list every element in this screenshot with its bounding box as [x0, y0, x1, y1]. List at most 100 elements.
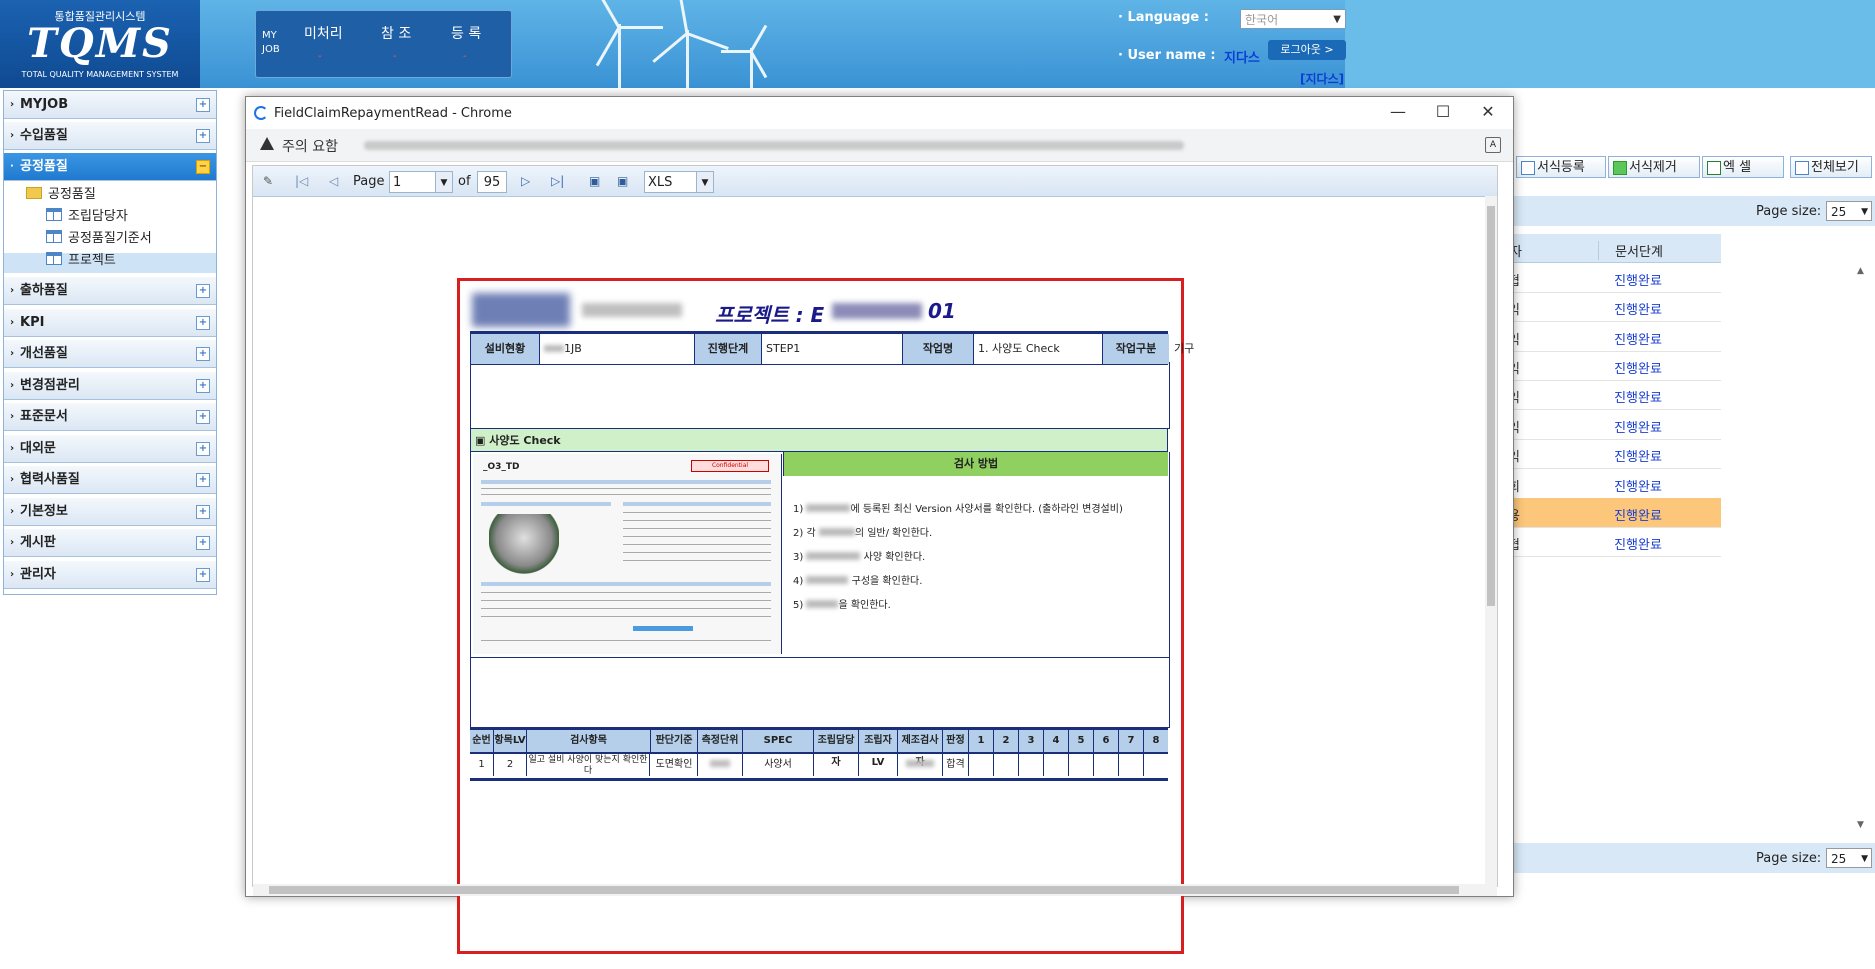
myjob-tab-unprocessed[interactable]: 미처리: [304, 23, 343, 43]
table-row[interactable]: 희진행완료: [1508, 469, 1721, 499]
cell-doc-stage[interactable]: 진행완료: [1598, 358, 1678, 377]
table-row[interactable]: 협진행완료: [1508, 527, 1721, 557]
window-titlebar[interactable]: FieldClaimRepaymentRead - Chrome — ☐ ✕: [246, 97, 1513, 129]
cell-doc-stage[interactable]: 진행완료: [1598, 299, 1678, 318]
cell-doc-stage[interactable]: 진행완료: [1598, 387, 1678, 406]
myjob-tab-register[interactable]: 등 록: [451, 23, 481, 43]
sidebar-menu-kpi[interactable]: › KPI +: [4, 309, 216, 337]
myjob-tab-reference[interactable]: 참 조: [381, 23, 411, 43]
scroll-down-icon[interactable]: ▼: [1857, 820, 1864, 830]
security-warning[interactable]: 주의 요함: [282, 136, 338, 156]
table-row[interactable]: 익진행완료: [1508, 439, 1721, 469]
sidebar-menu-board[interactable]: › 게시판 +: [4, 529, 216, 557]
page-number-value: 1: [393, 175, 402, 190]
cell-doc-stage[interactable]: 진행완료: [1598, 329, 1678, 348]
expand-icon[interactable]: +: [196, 410, 210, 424]
table-row[interactable]: 협진행완료: [1508, 263, 1721, 293]
scroll-thumb[interactable]: [1487, 206, 1495, 606]
language-select[interactable]: 한국어 ▼: [1240, 9, 1346, 29]
remove-form-button[interactable]: 서식제거: [1608, 156, 1700, 178]
expand-icon[interactable]: +: [196, 347, 210, 361]
viewer-vertical-scrollbar[interactable]: [1485, 196, 1497, 886]
print-icon[interactable]: ✎: [263, 174, 273, 188]
expand-icon[interactable]: +: [196, 129, 210, 143]
expand-icon[interactable]: +: [196, 379, 210, 393]
table-row[interactable]: 익진행완료: [1508, 380, 1721, 410]
sidebar-menu-label: 개선품질: [20, 346, 68, 361]
expand-icon[interactable]: +: [196, 98, 210, 112]
first-page-icon[interactable]: |◁: [295, 174, 308, 188]
expand-icon[interactable]: +: [196, 473, 210, 487]
viewer-horizontal-scrollbar[interactable]: [253, 884, 1497, 896]
url-text-blurred[interactable]: [364, 141, 1184, 150]
page-size-select[interactable]: 25 ▼: [1826, 848, 1872, 868]
sidebar-menu-standard-docs[interactable]: › 표준문서 +: [4, 403, 216, 431]
expand-icon[interactable]: +: [196, 536, 210, 550]
expand-icon[interactable]: +: [196, 316, 210, 330]
page-number-input[interactable]: 1 ▼: [389, 171, 453, 193]
sidebar-menu-basic-info[interactable]: › 기본정보 +: [4, 498, 216, 526]
save-icon[interactable]: ▣: [589, 174, 600, 188]
myjob-count-register: -: [463, 51, 467, 62]
sidebar-item-standard[interactable]: 공정품질기준서: [46, 228, 152, 249]
address-bar[interactable]: 주의 요함 A: [246, 129, 1513, 162]
last-page-icon[interactable]: ▷|: [551, 174, 564, 188]
maximize-button[interactable]: ☐: [1428, 101, 1458, 123]
sidebar-menu-shipping[interactable]: › 출하품질 +: [4, 277, 216, 305]
chevron-right-icon: ›: [10, 506, 15, 517]
grid-scrollbar[interactable]: ▲ ▼: [1855, 260, 1869, 830]
scroll-thumb[interactable]: [269, 886, 1459, 894]
expand-icon[interactable]: +: [196, 505, 210, 519]
sidebar-item-label: 조립담당자: [68, 209, 128, 224]
expand-icon[interactable]: +: [196, 284, 210, 298]
logout-button[interactable]: 로그아웃 >: [1268, 40, 1346, 60]
table-row[interactable]: 익진행완료: [1508, 351, 1721, 381]
language-label: · Language :: [1118, 10, 1209, 25]
cell-doc-stage[interactable]: 진행완료: [1598, 534, 1678, 553]
sidebar-item-assembler[interactable]: 조립담당자: [46, 206, 128, 227]
cell-doc-stage[interactable]: 진행완료: [1598, 505, 1678, 524]
sidebar-menu-myjob[interactable]: › MYJOB +: [4, 91, 216, 119]
expand-icon[interactable]: +: [196, 568, 210, 582]
close-button[interactable]: ✕: [1473, 101, 1503, 123]
sidebar-menu-label: 변경점관리: [20, 378, 80, 393]
collapse-icon[interactable]: −: [196, 160, 210, 174]
sidebar-menu-improvement[interactable]: › 개선품질 +: [4, 340, 216, 368]
cell-doc-stage[interactable]: 진행완료: [1598, 270, 1678, 289]
sidebar-menu-admin[interactable]: › 관리자 +: [4, 561, 216, 589]
logo-subtitle: TOTAL QUALITY MANAGEMENT SYSTEM: [21, 70, 179, 79]
page-size-value: 25: [1831, 205, 1847, 219]
cell-doc-stage[interactable]: 진행완료: [1598, 417, 1678, 436]
minimize-button[interactable]: —: [1383, 101, 1413, 123]
sidebar-menu-supplier[interactable]: › 협력사품질 +: [4, 466, 216, 494]
translate-icon[interactable]: A: [1485, 137, 1501, 153]
view-all-button[interactable]: 전체보기: [1790, 156, 1872, 178]
page-size-select[interactable]: 25 ▼: [1826, 201, 1872, 221]
prev-page-icon[interactable]: ◁: [329, 174, 338, 188]
sidebar-menu-incoming[interactable]: › 수입품질 +: [4, 122, 216, 150]
sidebar-menu-change[interactable]: › 변경점관리 +: [4, 372, 216, 400]
expand-icon[interactable]: +: [196, 442, 210, 456]
sidebar-item-project[interactable]: 프로젝트: [46, 250, 116, 271]
export-icon[interactable]: ▣: [617, 174, 628, 188]
next-page-icon[interactable]: ▷: [521, 174, 530, 188]
table-row[interactable]: 익진행완료: [1508, 322, 1721, 352]
total-pages: 95: [477, 171, 507, 193]
app-logo[interactable]: 통합품질관리시스템 TQMS TOTAL QUALITY MANAGEMENT …: [0, 0, 200, 88]
export-format-select[interactable]: XLS ▼: [644, 171, 714, 193]
sidebar-folder[interactable]: 공정품질: [26, 184, 96, 205]
sidebar-menu-external[interactable]: › 대외문 +: [4, 435, 216, 463]
chevron-right-icon: ›: [10, 380, 15, 391]
table-row[interactable]: 익진행완료: [1508, 292, 1721, 322]
register-form-button[interactable]: 서식등록: [1516, 156, 1606, 178]
cell-doc-stage[interactable]: 진행완료: [1598, 476, 1678, 495]
table-row-selected[interactable]: 용진행완료: [1508, 498, 1721, 528]
grid-header-doc-stage[interactable]: 문서단계: [1598, 241, 1679, 260]
info-header-equipment: 설비현황: [470, 334, 540, 364]
excel-button[interactable]: 엑 셀: [1702, 156, 1784, 178]
cell-doc-stage[interactable]: 진행완료: [1598, 446, 1678, 465]
table-row[interactable]: 익진행완료: [1508, 410, 1721, 440]
sidebar-menu-process[interactable]: · 공정품질 −: [4, 153, 216, 181]
page-size-value: 25: [1831, 852, 1847, 866]
scroll-up-icon[interactable]: ▲: [1857, 266, 1864, 276]
